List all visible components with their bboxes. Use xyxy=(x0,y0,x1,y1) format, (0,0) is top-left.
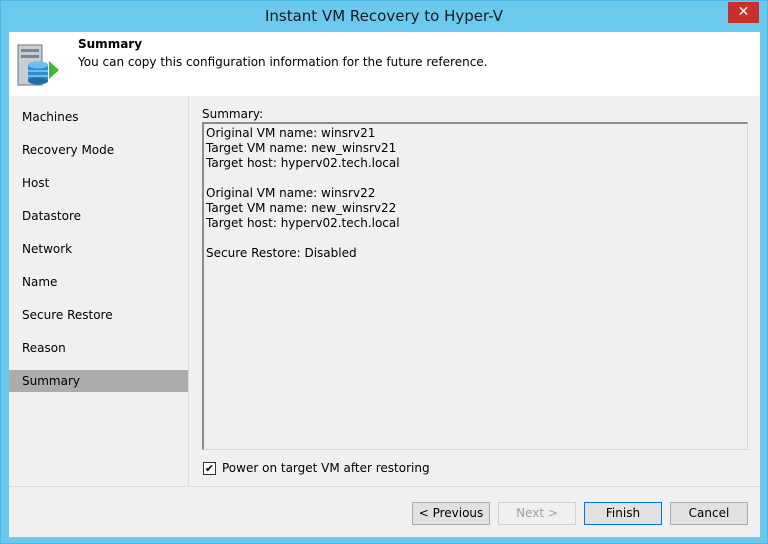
summary-line: Original VM name: winsrv21 xyxy=(206,126,376,140)
wizard-body: Summary You can copy this configuration … xyxy=(9,32,760,537)
summary-label: Summary: xyxy=(202,107,264,121)
summary-line: Target VM name: new_winsrv22 xyxy=(206,201,397,215)
nav-item-recovery-mode[interactable]: Recovery Mode xyxy=(9,139,188,161)
finish-button[interactable]: Finish xyxy=(584,502,662,525)
footer-divider xyxy=(9,486,760,487)
wizard-window: Instant VM Recovery to Hyper-V ✕ Summary… xyxy=(0,0,768,544)
summary-line xyxy=(206,231,747,246)
next-button[interactable]: Next > xyxy=(498,502,576,525)
nav-item-reason[interactable]: Reason xyxy=(9,337,188,359)
wizard-header: Summary You can copy this configuration … xyxy=(9,32,760,96)
nav-item-secure-restore[interactable]: Secure Restore xyxy=(9,304,188,326)
nav-item-datastore[interactable]: Datastore xyxy=(9,205,188,227)
page-title: Summary xyxy=(78,37,143,51)
summary-line: Target host: hyperv02.tech.local xyxy=(206,216,400,230)
summary-line: Original VM name: winsrv22 xyxy=(206,186,376,200)
summary-line: Target VM name: new_winsrv21 xyxy=(206,141,397,155)
summary-line xyxy=(206,171,747,186)
nav-item-machines[interactable]: Machines xyxy=(9,106,188,128)
previous-button[interactable]: < Previous xyxy=(412,502,490,525)
power-on-checkbox[interactable]: ✔ xyxy=(203,462,216,475)
summary-line: Target host: hyperv02.tech.local xyxy=(206,156,400,170)
nav-item-network[interactable]: Network xyxy=(9,238,188,260)
close-icon: ✕ xyxy=(737,4,750,20)
title-bar: Instant VM Recovery to Hyper-V ✕ xyxy=(1,1,767,31)
close-button[interactable]: ✕ xyxy=(728,2,759,23)
nav-item-summary[interactable]: Summary xyxy=(9,370,188,392)
window-title: Instant VM Recovery to Hyper-V xyxy=(264,7,503,25)
server-database-arrow-icon xyxy=(17,44,59,86)
summary-panel: Summary: Original VM name: winsrv21 Targ… xyxy=(189,96,760,486)
wizard-steps-nav: Machines Recovery Mode Host Datastore Ne… xyxy=(9,96,188,486)
page-subtitle: You can copy this configuration informat… xyxy=(78,55,488,69)
power-on-label: Power on target VM after restoring xyxy=(222,461,430,475)
summary-line: Secure Restore: Disabled xyxy=(206,246,357,260)
nav-item-host[interactable]: Host xyxy=(9,172,188,194)
nav-item-name[interactable]: Name xyxy=(9,271,188,293)
checkmark-icon: ✔ xyxy=(204,462,215,475)
cancel-button[interactable]: Cancel xyxy=(670,502,748,525)
summary-textbox[interactable]: Original VM name: winsrv21 Target VM nam… xyxy=(202,122,748,450)
